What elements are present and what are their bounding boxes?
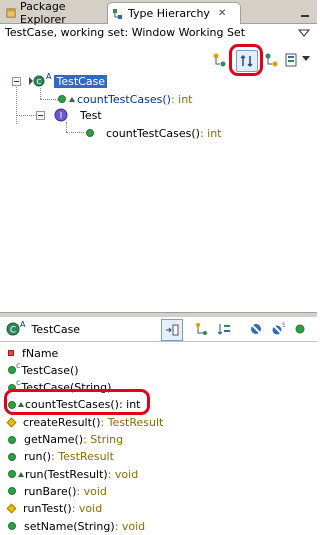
member-row[interactable]: run() : TestResult xyxy=(8,448,114,466)
collapse-toggle[interactable] xyxy=(36,111,45,120)
close-tab-icon[interactable]: ✕ xyxy=(218,8,226,19)
view-menu-icon[interactable] xyxy=(298,28,310,38)
hide-static-button[interactable]: S xyxy=(268,319,288,339)
collapse-toggle[interactable] xyxy=(12,77,21,86)
public-method-icon xyxy=(86,129,94,137)
public-method-icon xyxy=(8,487,16,496)
member-row[interactable]: getName() : String xyxy=(8,431,123,449)
svg-text:C: C xyxy=(10,326,16,336)
tree-item-test[interactable]: I Test xyxy=(54,106,102,124)
member-name: setName(String) xyxy=(24,519,115,533)
member-signature: : TestResult xyxy=(100,415,164,429)
member-row[interactable]: fName xyxy=(8,344,58,362)
member-row[interactable]: createResult() : TestResult xyxy=(6,413,164,431)
public-method-icon xyxy=(8,522,16,530)
abstract-badge: A xyxy=(46,71,52,81)
member-row[interactable]: run(TestResult) : void xyxy=(8,465,138,483)
constructor-badge: c xyxy=(16,360,21,370)
lock-view-icon xyxy=(166,324,179,336)
member-name: runTest() xyxy=(23,502,72,516)
svg-text:I: I xyxy=(60,112,63,122)
protected-method-icon xyxy=(6,417,17,428)
abstract-badge: A xyxy=(20,319,26,329)
member-signature: : void xyxy=(114,519,146,533)
member-name: createResult() xyxy=(23,415,101,429)
show-all-inherited-button[interactable] xyxy=(192,319,212,339)
tree-item-test-count-test-cases[interactable]: countTestCases() : int xyxy=(86,124,221,142)
package-explorer-icon xyxy=(6,8,16,18)
lock-view-button[interactable] xyxy=(161,319,183,341)
member-signature: : TestResult xyxy=(51,450,114,464)
member-row[interactable]: c TestCase() xyxy=(8,361,79,379)
member-row[interactable]: setName(String) : void xyxy=(8,517,145,535)
class-icon: C xyxy=(6,322,20,336)
show-subtype-hierarchy-button[interactable] xyxy=(262,50,282,70)
members-title: C A TestCase xyxy=(6,320,80,338)
layout-menu-button[interactable] xyxy=(282,50,302,70)
private-field-icon xyxy=(8,350,14,356)
tab-type-hierarchy[interactable]: Type Hierarchy ✕ xyxy=(107,2,241,24)
sort-members-button[interactable] xyxy=(214,319,234,339)
members-header: C A TestCase S xyxy=(0,317,317,342)
abstract-class-icon: C xyxy=(29,75,45,87)
method-signature: : int xyxy=(170,92,193,106)
inherited-members-icon xyxy=(196,323,207,335)
member-signature: : String xyxy=(83,433,124,446)
chevron-down-icon[interactable] xyxy=(302,56,310,62)
hide-static-icon: S xyxy=(272,322,285,335)
subtype-hierarchy-icon xyxy=(265,53,278,67)
member-row[interactable]: runBare() : void xyxy=(8,482,107,500)
tree-item-label: TestCase xyxy=(54,74,108,88)
public-icon xyxy=(295,324,305,334)
members-title-label: TestCase xyxy=(31,322,81,336)
member-name: run() xyxy=(24,450,52,464)
highlight-ring xyxy=(4,389,150,415)
hide-nonpublic-button[interactable] xyxy=(290,319,310,339)
highlight-ring xyxy=(229,44,263,76)
layout-icon xyxy=(285,53,297,67)
member-name: getName() xyxy=(24,433,84,446)
member-signature: : void xyxy=(76,484,107,498)
svg-text:S: S xyxy=(282,322,285,329)
member-name: TestCase() xyxy=(21,363,79,377)
constructor-icon xyxy=(8,366,16,375)
tab-label: Type Hierarchy xyxy=(128,7,210,20)
hide-fields-button[interactable] xyxy=(246,319,266,339)
public-method-icon xyxy=(8,452,16,461)
type-hierarchy-icon xyxy=(113,8,122,19)
member-signature: : void xyxy=(107,467,139,481)
override-icon xyxy=(69,96,75,102)
method-name: countTestCases() xyxy=(77,92,171,106)
member-row[interactable]: runTest() : void xyxy=(6,500,103,518)
hierarchy-header: TestCase, working set: Window Working Se… xyxy=(5,26,246,39)
members-list: fName c TestCase() c TestCase(String) countTe… xyxy=(0,342,317,533)
minimize-icon[interactable] xyxy=(298,6,312,20)
show-type-hierarchy-button[interactable] xyxy=(210,50,230,70)
svg-text:C: C xyxy=(37,78,42,86)
member-name: runBare() xyxy=(24,484,77,498)
view-tab-bar: Package Explorer Type Hierarchy ✕ xyxy=(0,0,317,26)
member-name: run(TestResult) xyxy=(25,467,108,481)
public-method-icon xyxy=(8,470,16,479)
type-hierarchy-icon xyxy=(213,53,226,67)
protected-method-icon xyxy=(6,503,17,514)
public-method-icon xyxy=(58,95,66,103)
method-signature: : int xyxy=(199,126,222,140)
sort-icon xyxy=(217,324,230,335)
tab-package-explorer[interactable]: Package Explorer xyxy=(2,0,105,26)
tree-item-label: Test xyxy=(80,108,102,122)
constructor-badge: c xyxy=(16,378,21,388)
hide-fields-icon xyxy=(250,323,262,335)
public-method-icon xyxy=(8,435,16,444)
member-signature: : void xyxy=(71,502,103,516)
override-icon xyxy=(18,471,24,477)
member-name: fName xyxy=(22,346,59,360)
method-name: countTestCases() xyxy=(106,126,200,140)
interface-icon: I xyxy=(54,108,68,122)
tab-label: Package Explorer xyxy=(19,0,66,26)
